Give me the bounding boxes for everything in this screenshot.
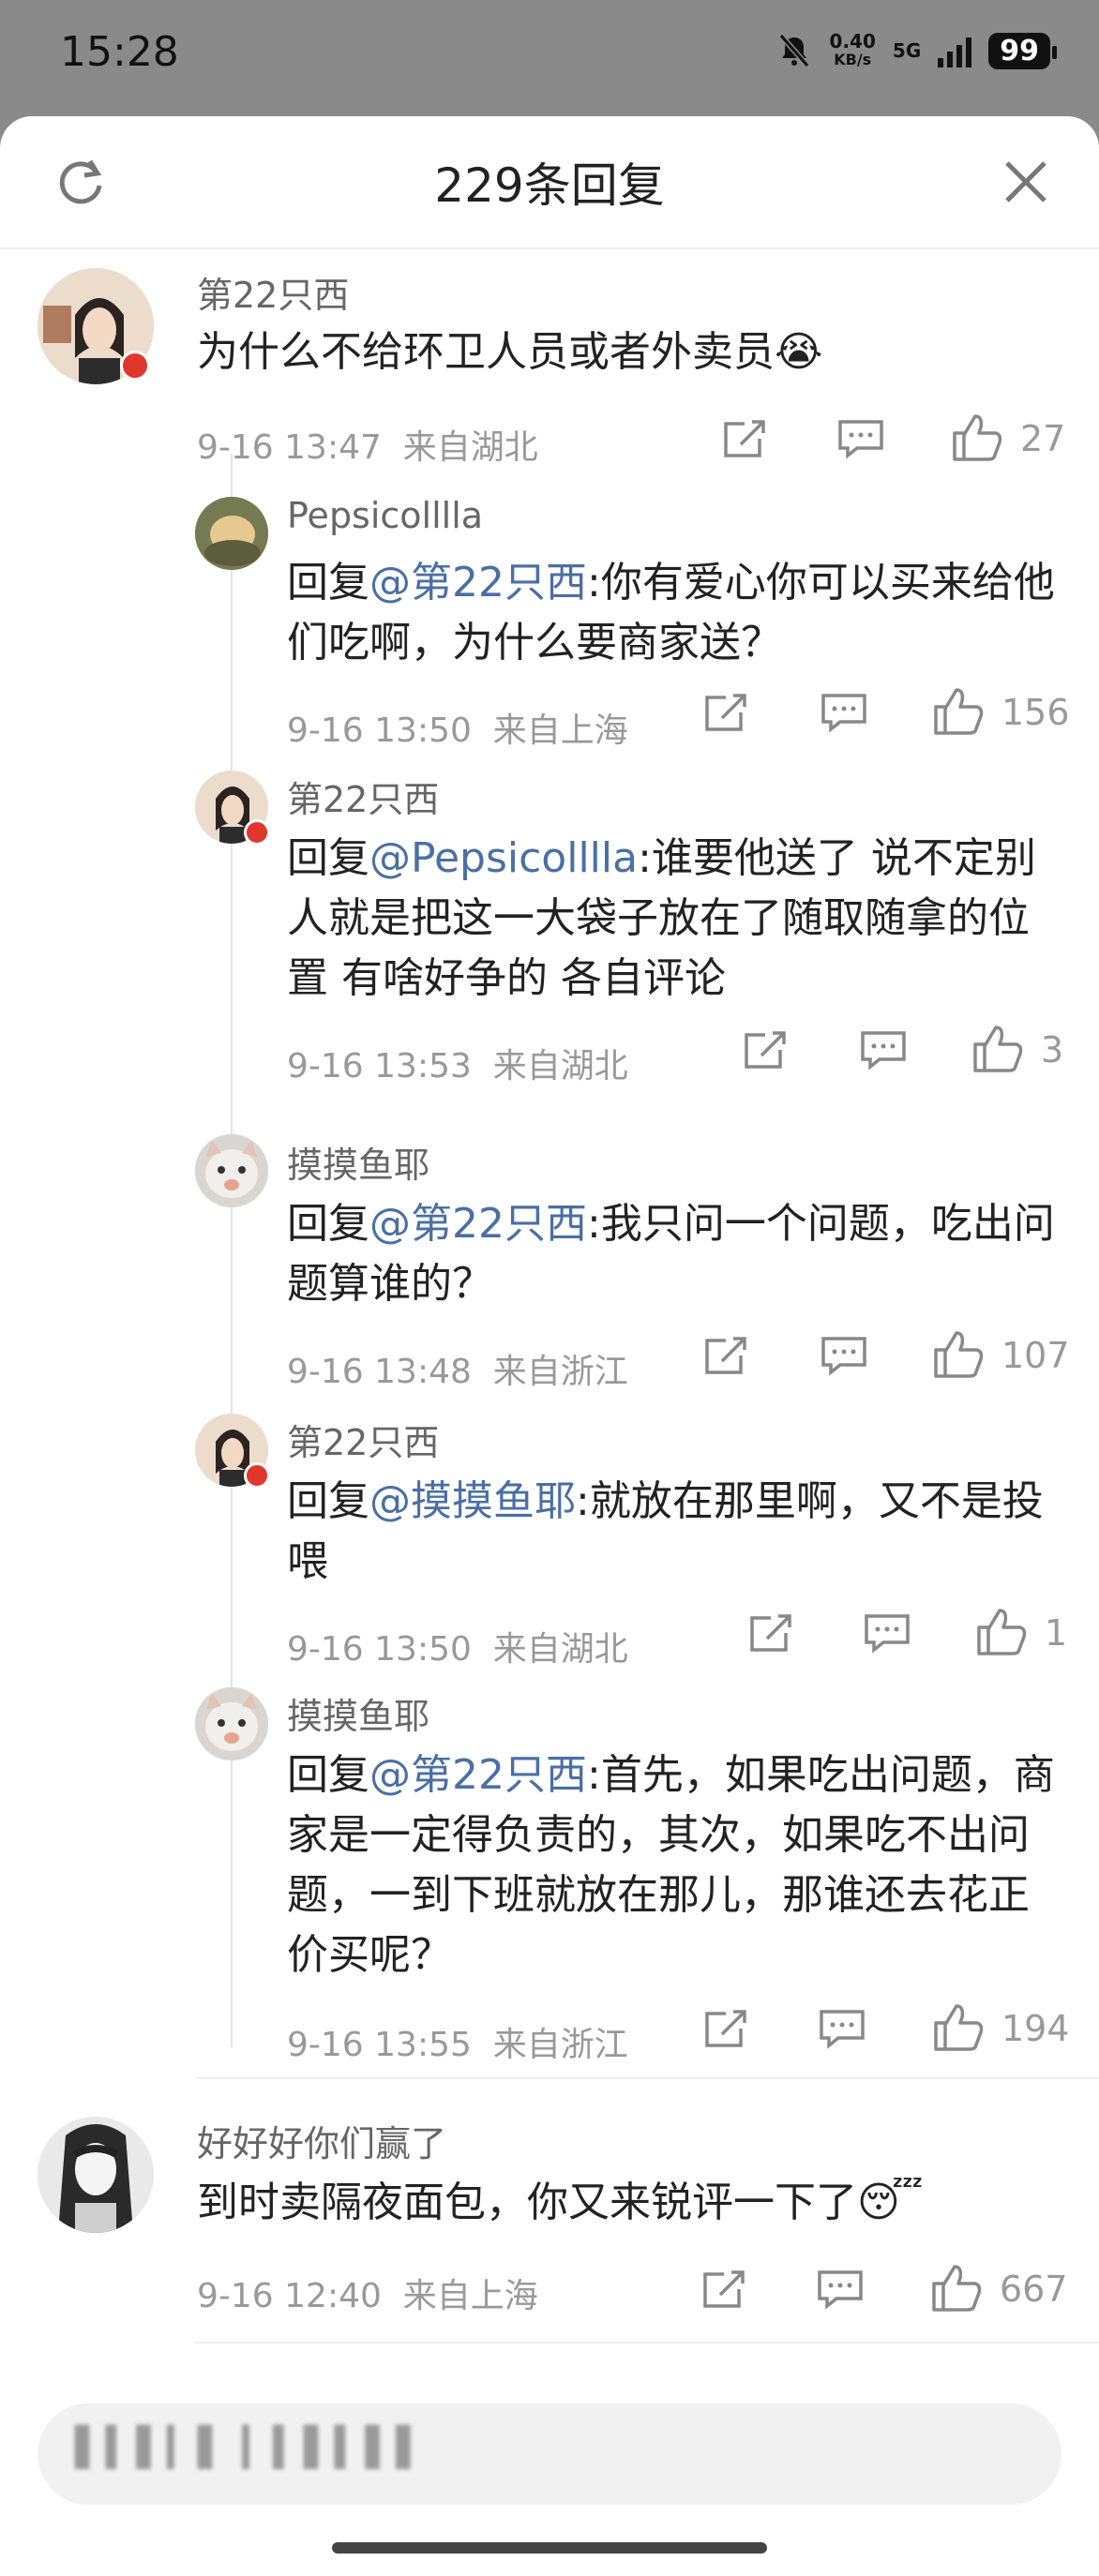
like-icon[interactable] bbox=[932, 2002, 985, 2053]
reply-meta: 9-16 13:53 来自湖北 bbox=[287, 1047, 628, 1086]
avatar[interactable] bbox=[195, 1687, 268, 1760]
share-icon[interactable] bbox=[701, 690, 750, 735]
like-count: 107 bbox=[1001, 1335, 1070, 1376]
reply-text: 回复@第22只西:你有爱心你可以买来给他们吃啊，为什么要商家送？ bbox=[287, 559, 1055, 666]
comment-meta: 9-16 12:40 来自上海 bbox=[197, 2277, 538, 2315]
thread-line bbox=[231, 454, 233, 2047]
network-speed: 0.40 KB/s bbox=[829, 30, 876, 68]
comment-icon[interactable] bbox=[863, 1610, 911, 1655]
status-bar: 15:28 0.40 KB/s 5G 99 bbox=[0, 0, 1099, 112]
reply-input[interactable]: ▌▍▌▎▌ ▎▍▌▍▌▌ bbox=[38, 2404, 1061, 2505]
sheet-header: 229条回复 bbox=[0, 116, 1099, 249]
home-indicator[interactable] bbox=[332, 2542, 767, 2554]
comment-icon[interactable] bbox=[818, 2006, 866, 2051]
reply-author[interactable]: 第22只西 bbox=[287, 1414, 439, 1465]
like-icon[interactable] bbox=[975, 1607, 1028, 1657]
comment-icon[interactable] bbox=[836, 416, 885, 461]
share-icon[interactable] bbox=[741, 1027, 790, 1072]
comment-author[interactable]: 第22只西 bbox=[197, 266, 349, 318]
close-icon[interactable] bbox=[1000, 156, 1052, 208]
reply-text: 回复@Pepsicolllla:谁要他送了 说不定别人就是把这一大袋子放在了随取… bbox=[287, 834, 1036, 1002]
reply-meta: 9-16 13:48 来自浙江 bbox=[287, 1353, 628, 1391]
status-icons: 0.40 KB/s 5G 99 bbox=[775, 30, 1057, 69]
share-icon[interactable] bbox=[701, 1333, 750, 1378]
like-count: 27 bbox=[1020, 418, 1066, 459]
comment-icon[interactable] bbox=[820, 1333, 868, 1378]
like-count: 194 bbox=[1001, 2008, 1070, 2049]
like-icon[interactable] bbox=[932, 686, 985, 737]
badge-icon bbox=[244, 1462, 270, 1489]
like-icon[interactable] bbox=[951, 412, 1003, 463]
battery-indicator: 99 bbox=[988, 32, 1057, 69]
reply-author[interactable]: 第22只西 bbox=[287, 771, 439, 822]
comment-text: 到时卖隔夜面包，你又来锐评一下了😴 bbox=[197, 2179, 924, 2226]
network-type: 5G bbox=[892, 39, 922, 62]
like-icon[interactable] bbox=[971, 1024, 1024, 1074]
reply-meta: 9-16 13:50 来自上海 bbox=[287, 711, 628, 750]
comment-icon[interactable] bbox=[816, 2267, 865, 2312]
input-placeholder: ▌▍▌▎▌ ▎▍▌▍▌▌ bbox=[75, 2426, 428, 2469]
page-title: 229条回复 bbox=[434, 158, 665, 213]
avatar[interactable] bbox=[38, 2117, 154, 2233]
like-count: 1 bbox=[1045, 1612, 1068, 1654]
divider bbox=[195, 2342, 1099, 2344]
mute-bell-icon bbox=[778, 34, 809, 67]
status-time: 15:28 bbox=[60, 28, 179, 76]
avatar[interactable] bbox=[195, 497, 268, 570]
like-count: 667 bbox=[1000, 2269, 1068, 2310]
like-count: 156 bbox=[1001, 692, 1070, 733]
comment-icon[interactable] bbox=[820, 690, 868, 735]
badge-icon bbox=[120, 351, 150, 381]
like-icon[interactable] bbox=[932, 1329, 985, 1380]
comment-text: 为什么不给环卫人员或者外卖员😭 bbox=[197, 328, 823, 376]
reply-text: 回复@摸摸鱼耶:就放在那里啊，又不是投喂 bbox=[287, 1477, 1044, 1585]
like-icon[interactable] bbox=[930, 2263, 983, 2314]
reply-text: 回复@第22只西:首先，如果吃出问题，商家是一定得负责的，其次，如果吃不出问题，… bbox=[287, 1751, 1055, 1979]
reply-meta: 9-16 13:55 来自浙江 bbox=[287, 2026, 628, 2064]
avatar[interactable] bbox=[195, 1134, 268, 1207]
signal-icon bbox=[938, 34, 972, 67]
mention-link[interactable]: @第22只西 bbox=[369, 1200, 587, 1248]
mention-link[interactable]: @Pepsicolllla bbox=[369, 834, 638, 882]
mention-link[interactable]: @摸摸鱼耶 bbox=[369, 1477, 576, 1525]
reply-author[interactable]: 摸摸鱼耶 bbox=[287, 1687, 429, 1739]
divider bbox=[195, 2077, 1099, 2079]
reply-author[interactable]: Pepsicolllla bbox=[287, 495, 483, 536]
reply-author[interactable]: 摸摸鱼耶 bbox=[287, 1136, 429, 1188]
mention-link[interactable]: @第22只西 bbox=[369, 559, 587, 607]
reply-text: 回复@第22只西:我只问一个问题，吃出问题算谁的？ bbox=[287, 1200, 1055, 1308]
like-count: 3 bbox=[1041, 1029, 1064, 1071]
share-icon[interactable] bbox=[700, 2267, 748, 2312]
mention-link[interactable]: @第22只西 bbox=[369, 1751, 587, 1799]
comment-icon[interactable] bbox=[859, 1027, 908, 1072]
comment-author[interactable]: 好好好你们赢了 bbox=[197, 2115, 446, 2166]
share-icon[interactable] bbox=[701, 2006, 750, 2051]
reply-meta: 9-16 13:50 来自湖北 bbox=[287, 1630, 628, 1669]
share-icon[interactable] bbox=[720, 416, 769, 461]
badge-icon bbox=[244, 819, 270, 846]
comment-meta: 9-16 13:47 来自湖北 bbox=[197, 428, 538, 467]
share-icon[interactable] bbox=[746, 1610, 795, 1655]
